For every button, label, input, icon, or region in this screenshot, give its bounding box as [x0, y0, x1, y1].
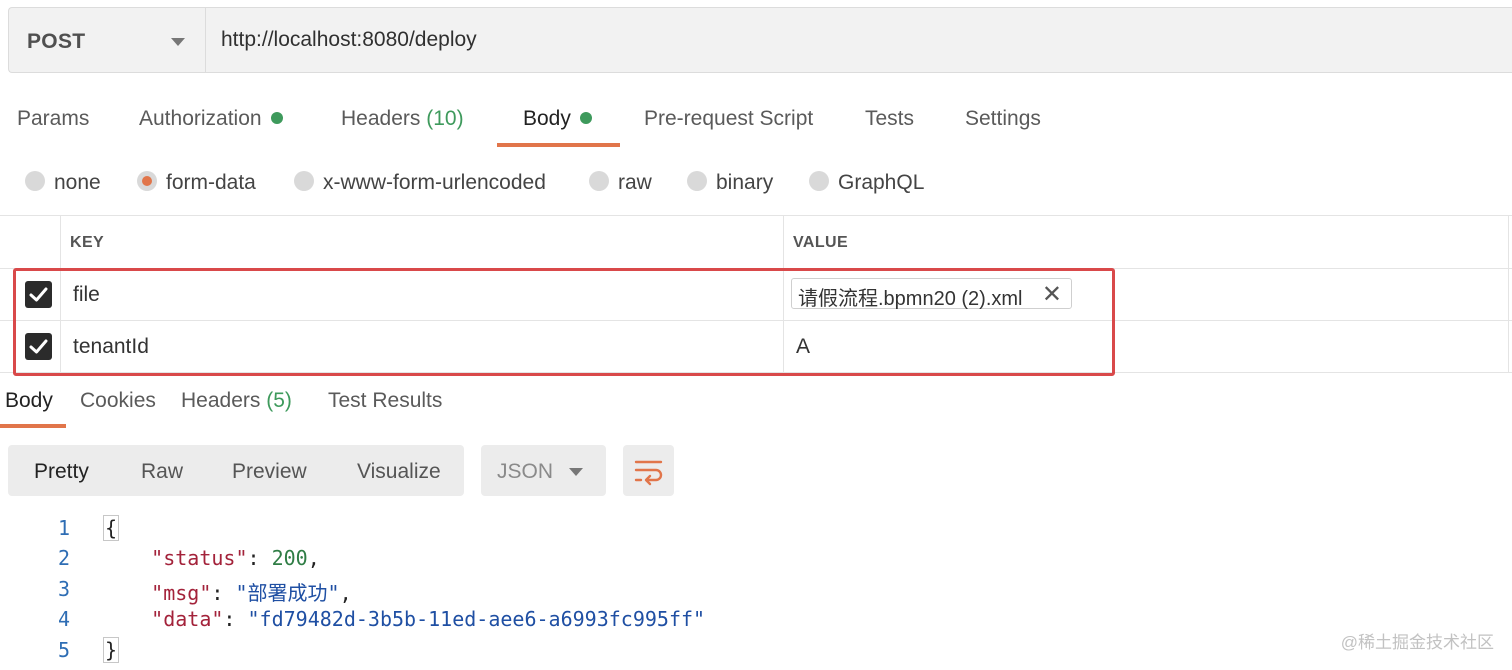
wrap-lines-button[interactable] [623, 445, 674, 496]
wrap-lines-icon [634, 460, 663, 486]
view-mode-selector: Pretty Raw Preview Visualize [8, 445, 464, 496]
code-line: "msg": "部署成功", [151, 581, 352, 605]
code-line: { [103, 515, 120, 541]
response-tab-cookies[interactable]: Cookies [80, 389, 156, 413]
headers-count: (10) [426, 107, 464, 130]
url-input[interactable]: http://localhost:8080/deploy [221, 28, 477, 52]
json-string: "fd79482d-3b5b-11ed-aee6-a6993fc995ff" [247, 607, 706, 631]
format-label: JSON [497, 460, 554, 483]
radio-form-data[interactable]: form-data [137, 171, 256, 195]
json-key: "status" [151, 546, 248, 570]
view-mode-preview[interactable]: Preview [232, 460, 307, 484]
code-line: "data": "fd79482d-3b5b-11ed-aee6-a6993fc… [151, 607, 706, 631]
json-string: "部署成功" [235, 581, 340, 605]
method-select[interactable]: POST [9, 8, 206, 72]
chevron-down-icon [569, 468, 583, 476]
active-response-tab-indicator [0, 424, 66, 428]
highlight-annotation-box [13, 268, 1115, 376]
radio-binary[interactable]: binary [687, 171, 773, 195]
tab-authorization[interactable]: Authorization [139, 107, 283, 131]
tab-tests[interactable]: Tests [865, 107, 914, 131]
status-dot-icon [579, 112, 592, 125]
watermark: @稀土掘金技术社区 [1340, 633, 1494, 652]
radio-circle-icon [294, 171, 314, 192]
json-key: "msg" [151, 581, 212, 605]
radio-circle-icon [25, 171, 45, 192]
view-mode-visualize[interactable]: Visualize [357, 460, 441, 484]
tab-headers[interactable]: Headers (10) [341, 107, 464, 131]
code-line: } [103, 637, 120, 663]
radio-circle-icon [809, 171, 829, 192]
format-select[interactable]: JSON [481, 445, 606, 496]
code-line: "status": 200, [151, 546, 320, 570]
status-dot-icon [270, 112, 283, 125]
value-column-header: VALUE [793, 234, 849, 251]
radio-x-www-form-urlencoded[interactable]: x-www-form-urlencoded [294, 171, 546, 195]
radio-raw[interactable]: raw [589, 171, 652, 195]
tab-params[interactable]: Params [17, 107, 89, 131]
response-tab-test-results[interactable]: Test Results [328, 389, 442, 413]
radio-none[interactable]: none [25, 171, 101, 195]
method-label: POST [27, 30, 86, 53]
radio-circle-icon [589, 171, 609, 192]
view-mode-raw[interactable]: Raw [141, 460, 183, 484]
response-tab-headers[interactable]: Headers (5) [181, 389, 292, 413]
tab-pre-request-script[interactable]: Pre-request Script [644, 107, 813, 131]
tab-settings[interactable]: Settings [965, 107, 1041, 131]
request-url-bar: POST http://localhost:8080/deploy [8, 7, 1512, 73]
close-brace: } [103, 637, 120, 663]
response-tab-body[interactable]: Body [5, 389, 53, 413]
active-tab-indicator [497, 143, 620, 147]
view-mode-pretty[interactable]: Pretty [34, 460, 89, 484]
key-column-header: KEY [70, 234, 105, 251]
radio-selected-icon [137, 171, 157, 192]
headers-count: (5) [266, 389, 292, 412]
line-number: 5 [57, 638, 70, 662]
json-number: 200 [271, 546, 308, 570]
line-number: 4 [57, 607, 70, 631]
column-divider [1508, 216, 1509, 373]
line-number: 2 [57, 546, 70, 570]
radio-graphql[interactable]: GraphQL [809, 171, 924, 195]
line-number: 3 [57, 577, 70, 601]
radio-circle-icon [687, 171, 707, 192]
tab-body[interactable]: Body [523, 107, 592, 131]
line-number: 1 [57, 516, 70, 540]
open-brace: { [103, 515, 120, 541]
chevron-down-icon [171, 38, 185, 46]
json-key: "data" [151, 607, 224, 631]
